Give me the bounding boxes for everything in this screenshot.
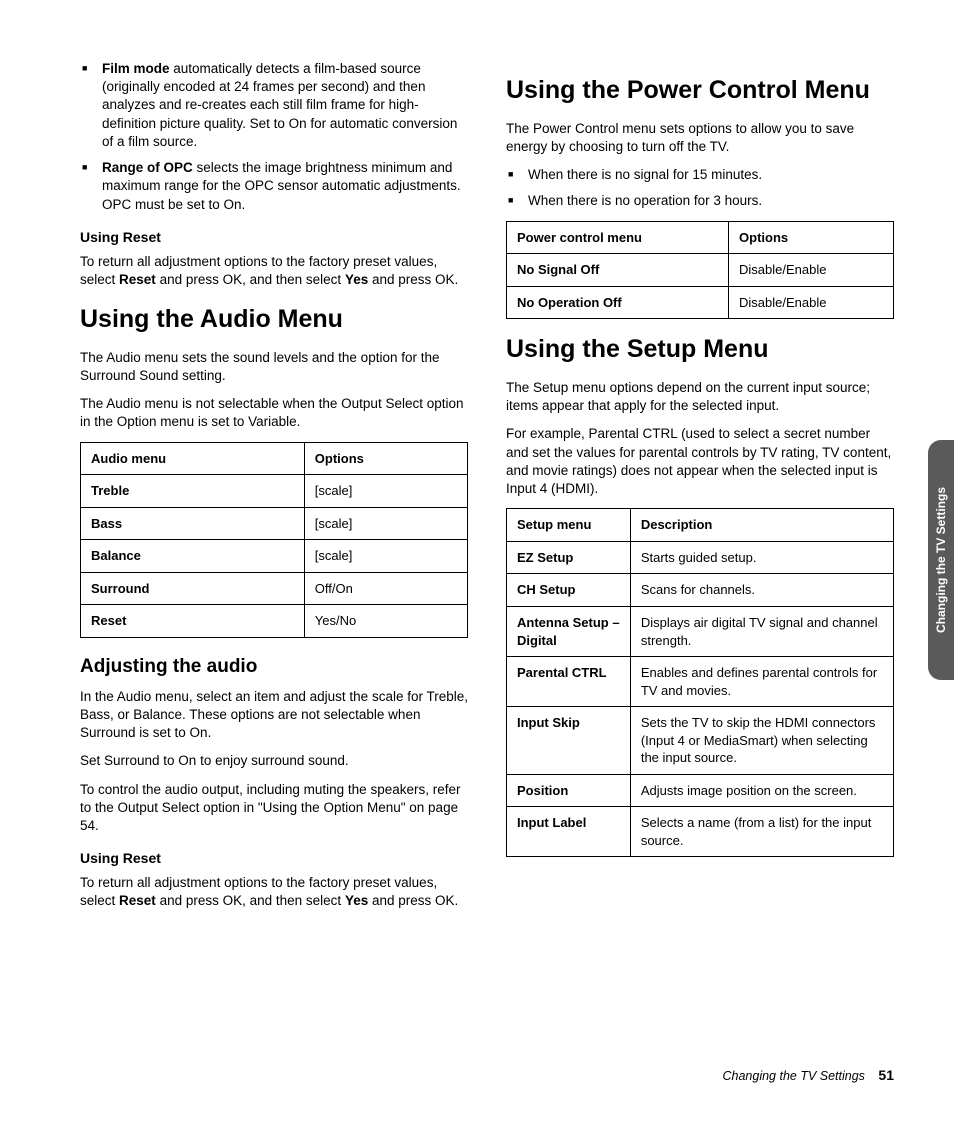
section-tab-label: Changing the TV Settings <box>933 487 949 633</box>
table-cell: Input Skip <box>507 707 631 775</box>
list-item: Range of OPC selects the image brightnes… <box>102 159 468 214</box>
table-cell: Reset <box>81 605 305 638</box>
table-cell: Enables and defines parental controls fo… <box>630 657 893 707</box>
table-cell: Treble <box>81 475 305 508</box>
table-cell: Off/On <box>304 572 467 605</box>
right-column: Using the Power Control Menu The Power C… <box>506 60 894 920</box>
section-tab: Changing the TV Settings <box>928 440 954 680</box>
table-header: Description <box>630 509 893 542</box>
using-reset-heading: Using Reset <box>80 849 468 868</box>
page-number: 51 <box>878 1067 894 1083</box>
body-text: Set Surround to On to enjoy surround sou… <box>80 752 468 770</box>
body-text: The Audio menu is not selectable when th… <box>80 395 468 431</box>
list-item: Film mode automatically detects a film-b… <box>102 60 468 151</box>
table-cell: No Operation Off <box>507 286 729 319</box>
table-cell: Adjusts image position on the screen. <box>630 774 893 807</box>
left-column: Film mode automatically detects a film-b… <box>80 60 468 920</box>
table-cell: Disable/Enable <box>729 254 894 287</box>
bullet-label: Film mode <box>102 61 170 76</box>
table-cell: Bass <box>81 507 305 540</box>
table-cell: Position <box>507 774 631 807</box>
table-cell: Starts guided setup. <box>630 541 893 574</box>
audio-menu-table: Audio menu Options Treble[scale] Bass[sc… <box>80 442 468 638</box>
table-cell: [scale] <box>304 475 467 508</box>
table-cell: [scale] <box>304 540 467 573</box>
body-text: To control the audio output, including m… <box>80 781 468 836</box>
reset-paragraph: To return all adjustment options to the … <box>80 253 468 289</box>
table-cell: No Signal Off <box>507 254 729 287</box>
body-text: In the Audio menu, select an item and ad… <box>80 688 468 743</box>
table-header: Setup menu <box>507 509 631 542</box>
setup-menu-table: Setup menu Description EZ SetupStarts gu… <box>506 508 894 857</box>
table-header: Options <box>729 221 894 254</box>
adjusting-audio-heading: Adjusting the audio <box>80 654 468 680</box>
table-header: Audio menu <box>81 442 305 475</box>
table-cell: Input Label <box>507 807 631 857</box>
audio-menu-heading: Using the Audio Menu <box>80 303 468 337</box>
table-cell: Balance <box>81 540 305 573</box>
table-cell: Parental CTRL <box>507 657 631 707</box>
table-cell: Displays air digital TV signal and chann… <box>630 606 893 656</box>
bullet-label: Range of OPC <box>102 160 193 175</box>
page-footer: Changing the TV Settings 51 <box>722 1066 894 1085</box>
using-reset-heading: Using Reset <box>80 228 468 247</box>
power-control-table: Power control menu Options No Signal Off… <box>506 221 894 320</box>
body-text: For example, Parental CTRL (used to sele… <box>506 425 894 498</box>
table-cell: Sets the TV to skip the HDMI connectors … <box>630 707 893 775</box>
footer-section-title: Changing the TV Settings <box>722 1069 864 1083</box>
setup-menu-heading: Using the Setup Menu <box>506 333 894 367</box>
body-text: The Power Control menu sets options to a… <box>506 120 894 156</box>
table-header: Power control menu <box>507 221 729 254</box>
table-cell: CH Setup <box>507 574 631 607</box>
table-cell: EZ Setup <box>507 541 631 574</box>
table-cell: Selects a name (from a list) for the inp… <box>630 807 893 857</box>
table-cell: Yes/No <box>304 605 467 638</box>
film-mode-list: Film mode automatically detects a film-b… <box>80 60 468 214</box>
table-cell: Antenna Setup – Digital <box>507 606 631 656</box>
list-item: When there is no operation for 3 hours. <box>528 192 894 210</box>
power-bullets: When there is no signal for 15 minutes. … <box>506 166 894 210</box>
table-header: Options <box>304 442 467 475</box>
power-control-heading: Using the Power Control Menu <box>506 74 894 108</box>
body-text: The Setup menu options depend on the cur… <box>506 379 894 415</box>
table-cell: [scale] <box>304 507 467 540</box>
body-text: The Audio menu sets the sound levels and… <box>80 349 468 385</box>
reset-paragraph: To return all adjustment options to the … <box>80 874 468 910</box>
table-cell: Disable/Enable <box>729 286 894 319</box>
list-item: When there is no signal for 15 minutes. <box>528 166 894 184</box>
table-cell: Scans for channels. <box>630 574 893 607</box>
table-cell: Surround <box>81 572 305 605</box>
